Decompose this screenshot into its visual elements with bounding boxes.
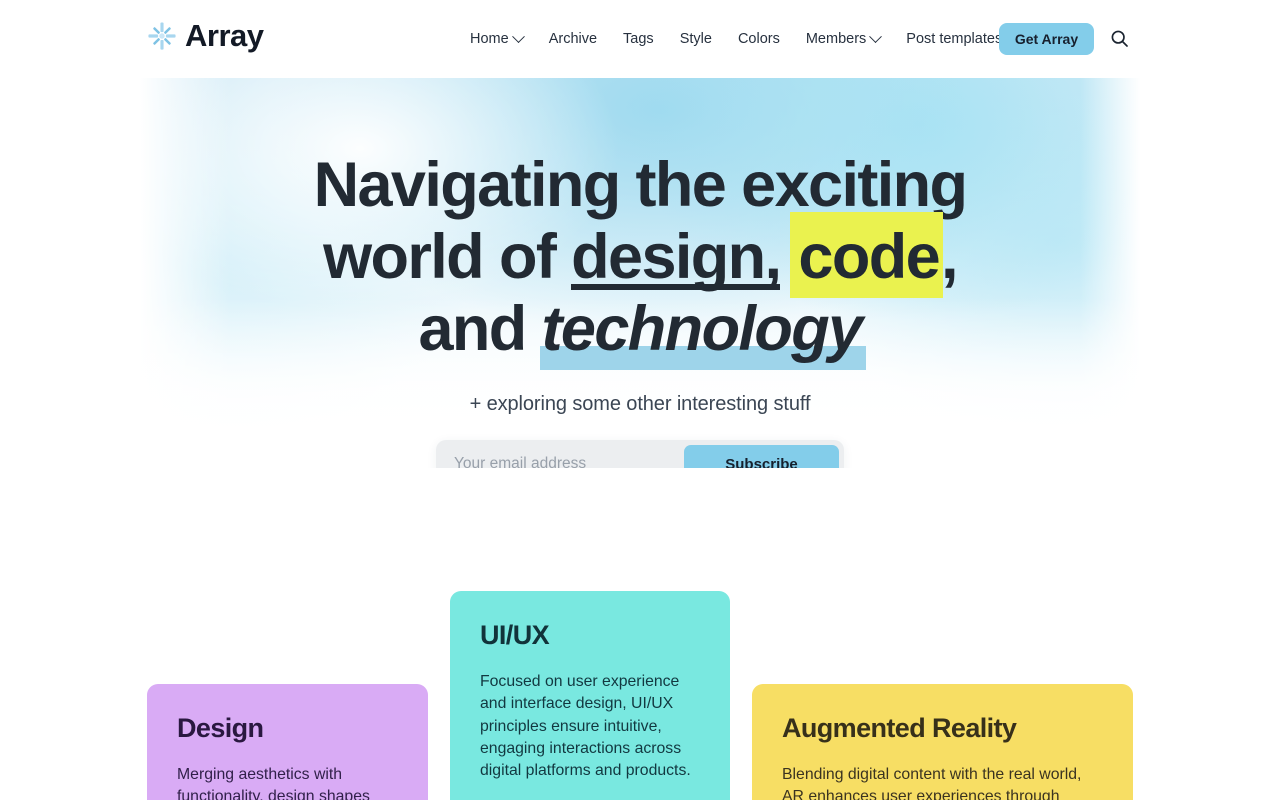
nav-item-label: Archive [548, 31, 598, 47]
chevron-down-icon [511, 30, 525, 44]
brand-name: Array [185, 18, 264, 53]
subscribe-button[interactable]: Subscribe [684, 445, 839, 468]
search-icon [1109, 28, 1130, 52]
site-header: Array Home Archive Tags Style Colors Mem… [0, 0, 1280, 78]
page-root: Array Home Archive Tags Style Colors Mem… [0, 0, 1280, 800]
email-input[interactable] [441, 445, 684, 468]
hero-title-line3-prefix: and [418, 294, 542, 364]
feature-card-augmented-reality[interactable]: Augmented Reality Blending digital conte… [752, 684, 1133, 800]
card-body: Blending digital content with the real w… [782, 765, 1082, 800]
card-body: Focused on user experience and interface… [480, 672, 691, 780]
card-body: Merging aesthetics with functionality, d… [177, 765, 370, 800]
nav-item-colors[interactable]: Colors [725, 28, 793, 51]
nav-item-label: Style [679, 31, 712, 47]
brand-logo-link[interactable]: Array [148, 20, 264, 51]
hero-title-line-3: and technology [140, 294, 1140, 370]
array-pinwheel-logo-icon [148, 21, 176, 50]
hero-italic-word: technology [539, 294, 866, 370]
hero-highlighted-word: code [790, 212, 943, 298]
hero-underlined-word: design, [571, 222, 782, 292]
chevron-down-icon [869, 30, 883, 44]
nav-item-tags[interactable]: Tags [610, 28, 667, 51]
hero-title: Navigating the exciting world of design,… [140, 150, 1140, 370]
search-button[interactable] [1106, 27, 1132, 53]
hero-title-line-1: Navigating the exciting [313, 150, 968, 220]
nav-item-home[interactable]: Home [470, 28, 536, 51]
card-title: Design [177, 713, 264, 743]
hero-title-line-2: world of design, code, [140, 212, 1140, 298]
nav-item-label: Post templates [906, 31, 1003, 47]
card-title: Augmented Reality [782, 713, 1017, 743]
nav-item-label: Tags [623, 31, 654, 47]
card-title: UI/UX [480, 620, 550, 650]
nav-item-label: Colors [737, 31, 780, 47]
feature-card-uiux[interactable]: UI/UX Focused on user experience and int… [450, 591, 730, 800]
hero-title-line2-prefix: world of [323, 222, 572, 292]
nav-item-label: Home [470, 31, 509, 47]
nav-item-style[interactable]: Style [667, 28, 725, 51]
nav-item-label: Members [805, 31, 867, 47]
nav-item-archive[interactable]: Archive [536, 28, 610, 51]
hero-subtitle: + exploring some other interesting stuff [469, 393, 811, 415]
feature-card-design[interactable]: Design Merging aesthetics with functiona… [147, 684, 428, 800]
main-navigation: Home Archive Tags Style Colors Members P… [470, 28, 1029, 51]
hero-section: Navigating the exciting world of design,… [140, 78, 1140, 468]
subscribe-form: Subscribe [436, 440, 844, 468]
hero-title-line2-suffix: , [941, 222, 958, 292]
get-array-button[interactable]: Get Array [999, 23, 1094, 55]
hero-content: Navigating the exciting world of design,… [140, 78, 1140, 468]
feature-cards-section: Design Merging aesthetics with functiona… [140, 560, 1140, 800]
nav-item-members[interactable]: Members [793, 28, 893, 51]
